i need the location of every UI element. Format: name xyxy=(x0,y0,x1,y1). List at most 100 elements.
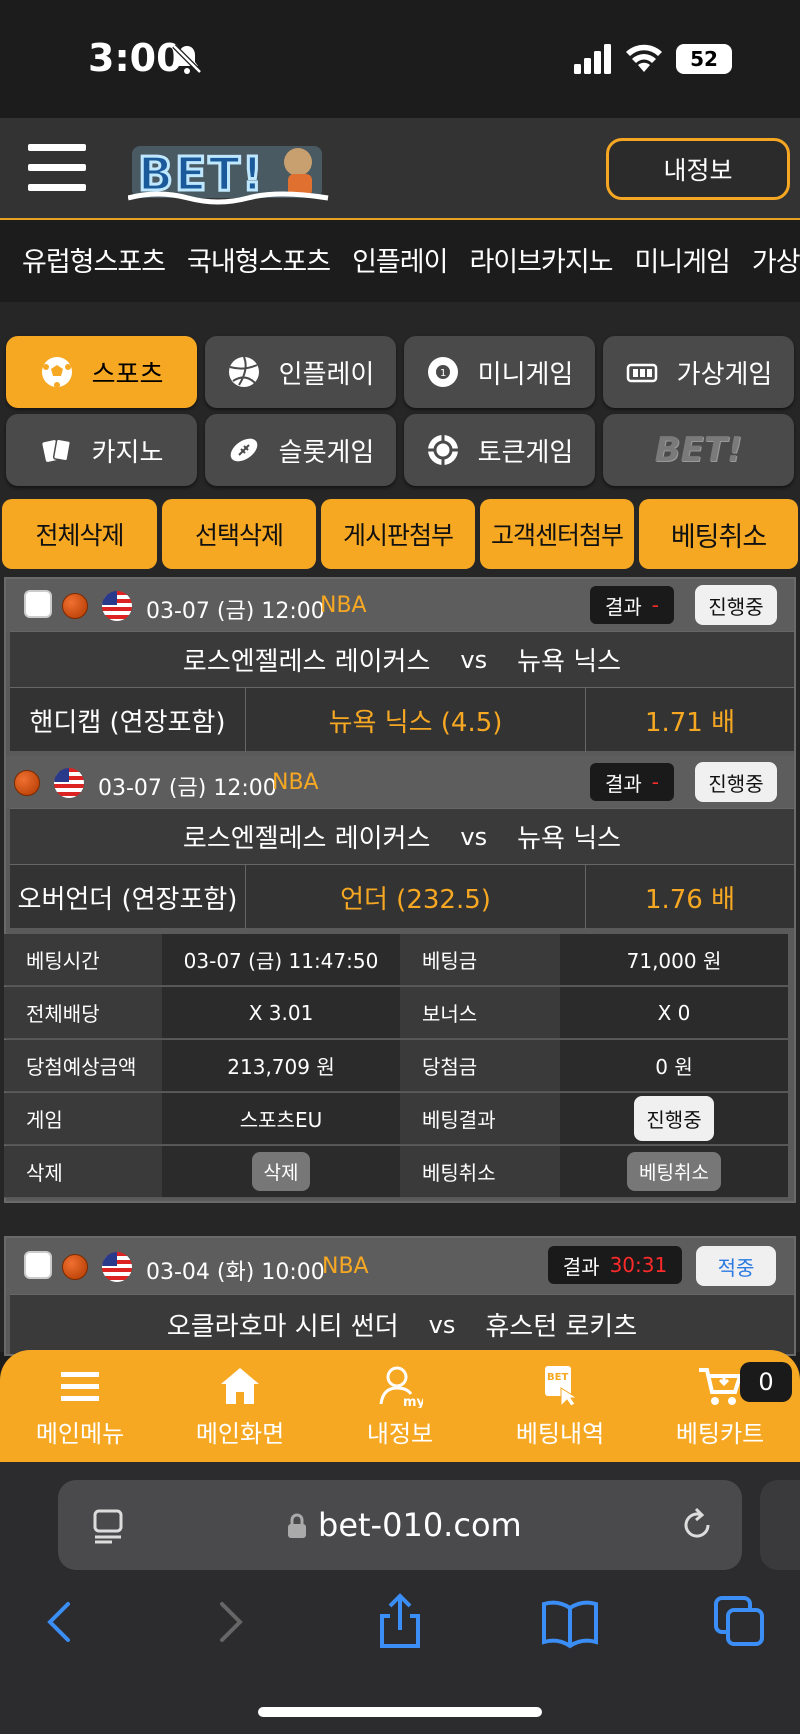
bet-checkbox[interactable] xyxy=(24,590,52,618)
delete-button[interactable]: 삭제 xyxy=(251,1152,311,1191)
svg-text:my: my xyxy=(403,1395,423,1408)
reader-mode-icon[interactable] xyxy=(92,1508,126,1544)
result-label: 결과 xyxy=(604,771,642,796)
cancel-bet-row-button[interactable]: 베팅취소 xyxy=(627,1152,721,1191)
bottom-nav-bet-history[interactable]: BET 베팅내역 xyxy=(480,1364,640,1454)
home-indicator xyxy=(258,1707,542,1717)
detail-row: 당첨예상금액 213,709 원 당첨금 0 원 xyxy=(4,1040,788,1092)
nav-minigame[interactable]: 미니게임 xyxy=(635,240,731,279)
bottom-nav-label: 메인화면 xyxy=(195,1420,285,1448)
svg-text:BET: BET xyxy=(547,1372,568,1383)
total-odds-value: X 3.01 xyxy=(162,987,400,1039)
category-label: 토큰게임 xyxy=(477,437,574,468)
cards-icon xyxy=(42,438,71,462)
wifi-icon xyxy=(626,44,662,72)
bet-result-cell: 진행중 xyxy=(560,1093,788,1145)
my-info-button[interactable]: 내정보 xyxy=(606,138,790,200)
volleyball-icon xyxy=(228,356,259,387)
bet-result-label: 베팅결과 xyxy=(400,1093,560,1145)
away-team: 뉴욕 닉스 xyxy=(517,824,622,854)
delete-cell: 삭제 xyxy=(162,1146,400,1198)
league-name: NBA xyxy=(272,770,319,795)
hamburger-menu-icon[interactable] xyxy=(28,140,90,196)
match-teams: 오클라호마 시티 썬더 vs 휴스턴 로키츠 xyxy=(10,1294,794,1354)
soccer-ball-icon xyxy=(41,357,72,388)
status-badge: 적중 xyxy=(696,1246,776,1286)
match-datetime: 03-07 (금) 12:00 xyxy=(146,599,325,624)
category-sports[interactable]: 스포츠 xyxy=(6,336,197,408)
bet-pick: 뉴욕 닉스 (4.5) xyxy=(246,688,586,752)
detail-row: 베팅시간 03-07 (금) 11:47:50 베팅금 71,000 원 xyxy=(4,934,788,986)
bet-slip-card: 03-04 (화) 10:00 NBA 결과 30:31 적중 오클라호마 시티… xyxy=(4,1236,796,1356)
bonus-label: 보너스 xyxy=(400,987,560,1039)
bet-time-value: 03-07 (금) 11:47:50 xyxy=(162,934,400,986)
share-icon[interactable] xyxy=(370,1592,430,1652)
status-badge: 진행중 xyxy=(695,585,777,625)
tabs-icon[interactable] xyxy=(710,1592,770,1652)
usa-flag-icon xyxy=(102,591,132,621)
category-token-game[interactable]: 토큰게임 xyxy=(404,414,595,486)
result-badge: 결과 30:31 xyxy=(548,1246,682,1284)
cart-icon xyxy=(699,1368,743,1405)
bet-odds: 1.76 배 xyxy=(644,884,736,915)
bottom-nav-main-menu[interactable]: 메인메뉴 xyxy=(0,1364,160,1454)
token-chip-icon xyxy=(427,435,458,465)
nav-live-casino[interactable]: 라이브카지노 xyxy=(469,240,613,279)
category-label: 스포츠 xyxy=(91,359,164,390)
win-amount-value: 0 원 xyxy=(560,1040,788,1092)
category-label: 슬롯게임 xyxy=(278,437,375,468)
category-virtual-game[interactable]: 가상게임 xyxy=(603,336,794,408)
usa-flag-icon xyxy=(102,1252,132,1282)
url-text: bet-010.com xyxy=(318,1506,522,1544)
game-value: 스포츠EU xyxy=(162,1093,400,1145)
category-inplay[interactable]: 인플레이 xyxy=(205,336,396,408)
nav-inplay[interactable]: 인플레이 xyxy=(352,240,448,279)
bet-checkbox[interactable] xyxy=(24,1251,52,1279)
delete-all-button[interactable]: 전체삭제 xyxy=(2,499,157,569)
expected-win-value: 213,709 원 xyxy=(162,1040,400,1092)
svg-text:1: 1 xyxy=(440,368,446,379)
next-tab-peek[interactable] xyxy=(760,1480,800,1570)
status-time: 3:00 xyxy=(88,36,183,80)
bottom-nav-my-info[interactable]: my 내정보 xyxy=(320,1364,480,1454)
attach-to-board-button[interactable]: 게시판첨부 xyxy=(321,499,475,569)
address-bar[interactable]: bet-010.com xyxy=(58,1480,742,1570)
reload-icon[interactable] xyxy=(678,1506,716,1544)
forward-icon[interactable] xyxy=(200,1592,260,1652)
battery-icon: 52 xyxy=(676,44,732,74)
home-team: 로스엔젤레스 레이커스 xyxy=(182,647,431,677)
market-name: 핸디캡 (연장포함) xyxy=(10,688,246,752)
cancel-bet-button[interactable]: 베팅취소 xyxy=(639,499,798,569)
bet-amount-label: 베팅금 xyxy=(400,934,560,986)
nav-domestic-sports[interactable]: 국내형스포츠 xyxy=(187,240,331,279)
category-slot-game[interactable]: 슬롯게임 xyxy=(205,414,396,486)
menu-icon xyxy=(61,1372,99,1401)
nav-virtual-game[interactable]: 가상게임 xyxy=(752,240,800,279)
delete-selected-button[interactable]: 선택삭제 xyxy=(162,499,316,569)
bet-logo-icon: BET! xyxy=(654,430,743,470)
bet-header: 03-04 (화) 10:00 NBA 결과 30:31 적중 xyxy=(6,1238,794,1294)
nav-european-sports[interactable]: 유럽형스포츠 xyxy=(22,240,166,279)
cart-count-badge: 0 xyxy=(740,1362,792,1402)
attach-to-support-button[interactable]: 고객센터첨부 xyxy=(480,499,634,569)
category-bet-logo[interactable]: BET! xyxy=(603,414,794,486)
league-name: NBA xyxy=(320,593,367,618)
bookmarks-icon[interactable] xyxy=(540,1592,600,1652)
result-value: 30:31 xyxy=(609,1253,668,1277)
category-minigame[interactable]: 1 미니게임 xyxy=(404,336,595,408)
market-name: 오버언더 (연장포함) xyxy=(10,865,246,929)
category-casino[interactable]: 카지노 xyxy=(6,414,197,486)
detail-row: 삭제 삭제 베팅취소 베팅취소 xyxy=(4,1146,788,1198)
lock-icon xyxy=(288,1513,306,1538)
bottom-nav-home[interactable]: 메인화면 xyxy=(160,1364,320,1454)
back-icon[interactable] xyxy=(30,1592,90,1652)
top-navigation: 유럽형스포츠 국내형스포츠 인플레이 라이브카지노 미니게임 가상게임 xyxy=(0,220,800,302)
bet-time-label: 베팅시간 xyxy=(4,934,162,986)
odds-row: 오버언더 (연장포함) 언더 (232.5) 1.76 배 xyxy=(10,864,794,929)
bet-logo-icon[interactable]: BET! xyxy=(128,132,348,210)
vs-label: vs xyxy=(460,822,488,851)
battery-level: 52 xyxy=(690,47,718,71)
home-team: 오클라호마 시티 썬더 xyxy=(166,1312,399,1342)
bottom-navigation: 메인메뉴 메인화면 my 내정보 BET 베팅내역 베팅카트 0 xyxy=(0,1350,800,1462)
bet-header: 03-07 (금) 12:00 NBA 결과 - 진행중 xyxy=(6,756,794,808)
